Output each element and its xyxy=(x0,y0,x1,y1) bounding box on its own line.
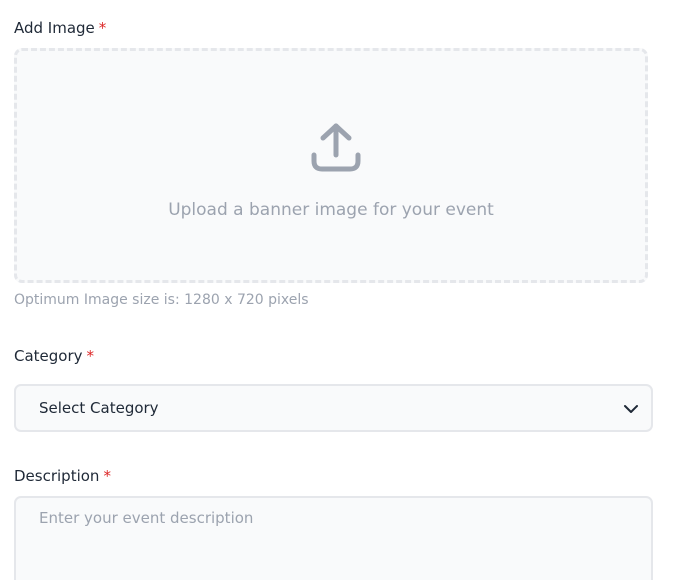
required-asterisk: * xyxy=(86,347,95,365)
chevron-down-icon xyxy=(624,405,638,413)
image-size-hint: Optimum Image size is: 1280 x 720 pixels xyxy=(14,292,309,308)
event-form: Add Image * Upload a banner image for you… xyxy=(0,0,681,580)
category-select[interactable]: Select Category xyxy=(14,384,653,432)
category-label-text: Category xyxy=(14,347,83,365)
category-label: Category * xyxy=(14,347,94,365)
category-selected-value: Select Category xyxy=(39,399,159,417)
description-label-text: Description xyxy=(14,467,100,485)
add-image-label: Add Image * xyxy=(14,19,106,37)
description-textarea[interactable] xyxy=(14,496,653,580)
add-image-label-text: Add Image xyxy=(14,19,95,37)
image-upload-dropzone[interactable]: Upload a banner image for your event xyxy=(14,48,648,283)
required-asterisk: * xyxy=(103,467,111,485)
description-label: Description * xyxy=(14,467,111,485)
required-asterisk: * xyxy=(98,19,107,37)
upload-icon xyxy=(311,123,361,172)
dropzone-instruction: Upload a banner image for your event xyxy=(168,200,494,220)
